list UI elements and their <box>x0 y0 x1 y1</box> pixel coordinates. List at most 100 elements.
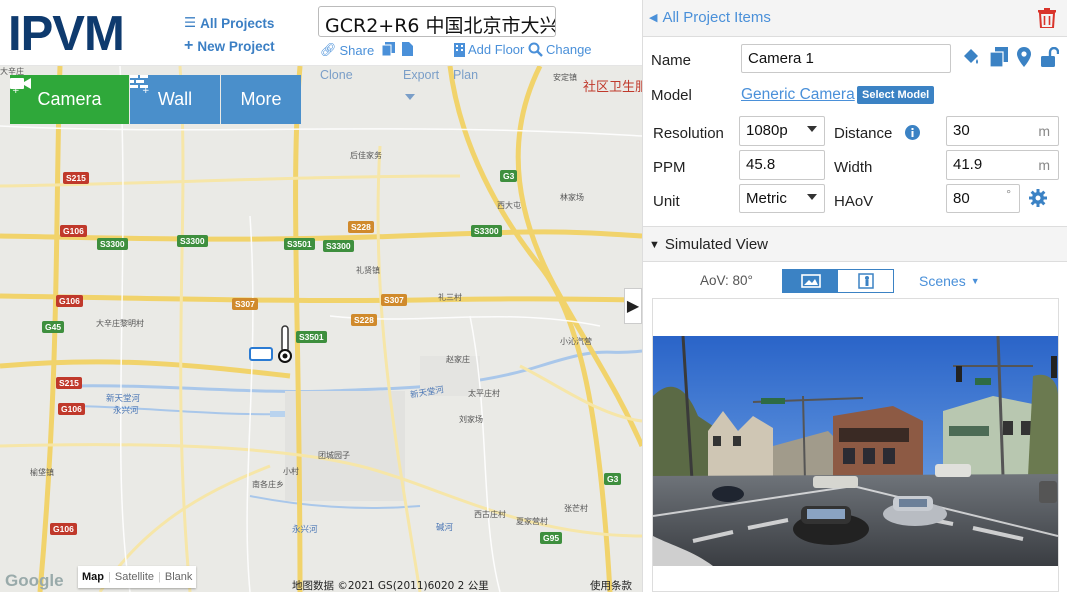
resolution-select[interactable]: 1080p <box>739 116 825 146</box>
share-label: Share <box>339 42 375 58</box>
river-label: 碱河 <box>436 523 454 533</box>
distance-value: 30 <box>953 122 970 139</box>
place-label: 大辛庄 <box>0 67 24 76</box>
road-badge: G106 <box>56 295 83 307</box>
search-icon <box>528 42 543 57</box>
new-project-link[interactable]: + New Project <box>184 37 275 55</box>
ppm-label: PPM <box>653 159 686 176</box>
width-input[interactable]: 41.9 m <box>946 150 1059 180</box>
ipvm-logo[interactable]: IPVM <box>8 10 125 59</box>
view-mode-toggle[interactable] <box>782 269 894 293</box>
model-link[interactable]: Generic Camera <box>741 86 855 104</box>
panel-topbar: ◀ All Project Items <box>643 0 1067 37</box>
export-dropdown-arrow[interactable] <box>405 94 415 100</box>
project-title-input[interactable]: GCR2+R6 中国北京市大兴 <box>318 6 556 37</box>
place-label: 夏家营村 <box>516 517 548 526</box>
info-icon[interactable] <box>905 125 920 140</box>
map-pin-icon[interactable] <box>1017 47 1031 67</box>
river-label: 永兴河 <box>292 525 318 535</box>
simulated-view-toggle[interactable]: ▼ Simulated View <box>649 236 768 253</box>
wall-icon: + <box>130 75 150 93</box>
back-to-project-items[interactable]: ◀ All Project Items <box>649 9 771 26</box>
change-link[interactable]: Change <box>528 42 592 57</box>
simulated-view-header: ▼ Simulated View <box>643 226 1067 262</box>
collapse-panel-handle[interactable]: ▶ <box>624 288 642 324</box>
all-projects-link[interactable]: ☰ All Projects <box>184 15 274 31</box>
road-badge: S3300 <box>97 238 128 250</box>
place-label: 礼三村 <box>438 293 462 302</box>
haov-input[interactable]: 80 ° <box>946 184 1020 213</box>
place-label: 安定镇 <box>553 73 577 82</box>
place-label: 礼贤镇 <box>356 266 380 275</box>
road-badge: G45 <box>42 321 65 333</box>
unlock-icon[interactable] <box>1041 47 1059 67</box>
width-label: Width <box>834 159 873 176</box>
map-poi-label: 社区卫生服 <box>583 80 642 95</box>
ppm-input[interactable]: 45.8 <box>739 150 825 180</box>
map-type-map[interactable]: Map <box>78 571 108 583</box>
camera-details-panel: ◀ All Project Items Name Camera 1 Model … <box>642 0 1067 592</box>
chevron-right-icon: ▶ <box>626 298 640 315</box>
image-view-button[interactable] <box>783 270 838 292</box>
place-label: 小沁汽营 <box>560 337 592 346</box>
place-label: 榆垡镇 <box>30 468 54 477</box>
caret-left-icon: ◀ <box>649 12 658 24</box>
gear-icon[interactable] <box>1029 189 1047 207</box>
more-button[interactable]: More <box>221 75 301 124</box>
distance-label: Distance <box>834 125 893 142</box>
river-label: 永兴河 <box>113 406 139 416</box>
person-view-button[interactable] <box>838 270 893 292</box>
road-badge: S3300 <box>323 240 354 252</box>
road-badge: S215 <box>63 172 89 184</box>
plan-link[interactable]: Plan <box>453 68 478 82</box>
road-badge: G3 <box>500 170 518 182</box>
haov-value: 80 <box>953 190 970 207</box>
scenes-dropdown[interactable]: Scenes ▼ <box>919 273 980 289</box>
road-badge: S3501 <box>284 238 315 250</box>
add-floor-label: Add Floor <box>468 42 525 57</box>
camera-marker[interactable] <box>248 322 296 366</box>
intersection-scene <box>653 336 1058 566</box>
add-camera-button[interactable]: + Camera <box>10 75 129 124</box>
export-link[interactable]: Export <box>403 68 439 82</box>
chevron-down-icon <box>807 126 817 132</box>
copy-camera-icon[interactable] <box>990 47 1008 67</box>
paint-bucket-icon[interactable] <box>961 47 981 67</box>
map-type-selector[interactable]: Map | Satellite | Blank <box>78 566 197 588</box>
add-floor-link[interactable]: Add Floor <box>454 42 524 57</box>
road-badge: S228 <box>351 314 377 326</box>
place-label: 林家场 <box>560 193 584 202</box>
select-model-button[interactable]: Select Model <box>857 86 935 104</box>
unit-value: Metric <box>746 190 787 207</box>
river-label: 新天堂河 <box>106 394 141 404</box>
road-badge: S307 <box>232 298 258 310</box>
road-badge: G106 <box>60 225 87 237</box>
trash-icon[interactable] <box>1038 8 1056 28</box>
export-file-button[interactable] <box>402 42 413 56</box>
share-link[interactable]: 🔗︎ Share <box>320 42 374 58</box>
map-canvas[interactable]: Clone Export Plan 社区卫生服 + Camera + Wall … <box>0 66 642 592</box>
map-type-satellite[interactable]: Satellite <box>111 571 158 583</box>
distance-input[interactable]: 30 m <box>946 116 1059 146</box>
place-label: 赵家庄 <box>446 355 470 364</box>
map-roads <box>0 66 642 592</box>
place-label: 张芒村 <box>564 504 588 513</box>
person-frame-icon <box>857 273 874 289</box>
name-label: Name <box>651 52 692 69</box>
building-icon <box>454 42 465 57</box>
copy-project-button[interactable] <box>382 42 395 56</box>
add-wall-button[interactable]: + Wall <box>130 75 220 124</box>
place-label: 后佳家务 <box>350 151 382 160</box>
wall-button-label: Wall <box>157 89 193 109</box>
unit-select[interactable]: Metric <box>739 184 825 213</box>
distance-unit: m <box>1038 123 1050 139</box>
width-unit: m <box>1038 157 1050 173</box>
simulated-scene-image[interactable] <box>653 336 1058 566</box>
camera-name-input[interactable]: Camera 1 <box>741 44 951 73</box>
model-label: Model <box>651 87 692 104</box>
plus-icon: + <box>184 37 194 54</box>
map-terms-link[interactable]: 使用条款 <box>590 578 632 592</box>
clone-link[interactable]: Clone <box>320 68 353 82</box>
list-icon: ☰ <box>184 15 197 30</box>
map-type-blank[interactable]: Blank <box>161 571 197 583</box>
